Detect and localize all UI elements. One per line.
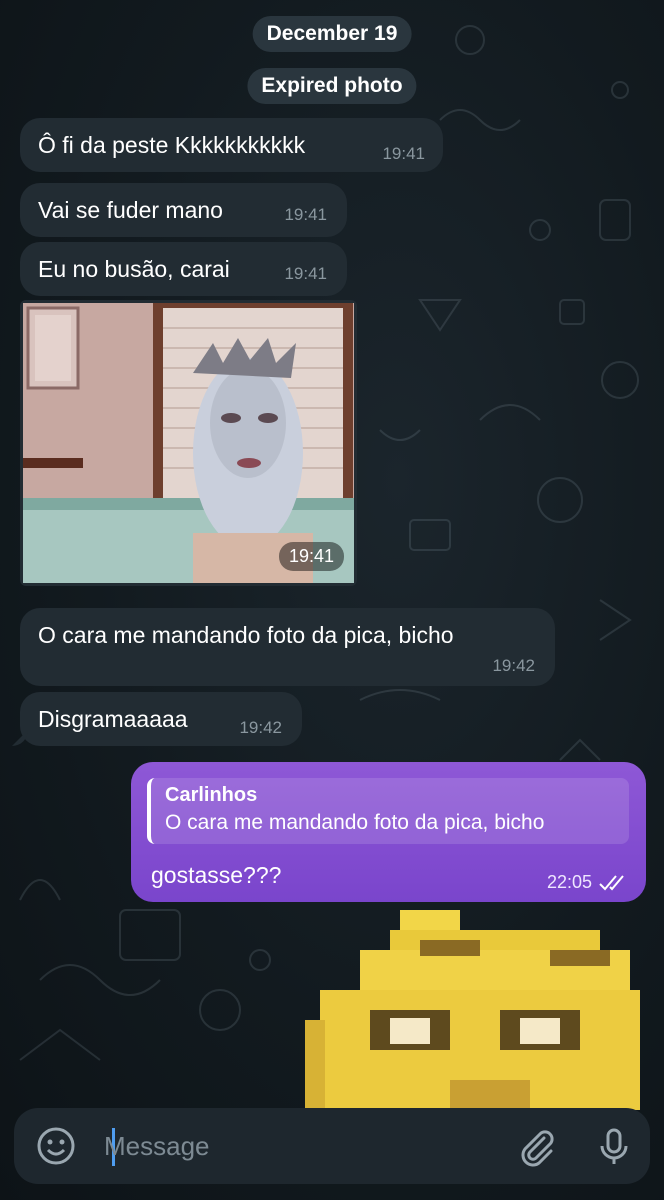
reply-preview[interactable]: Carlinhos O cara me mandando foto da pic… bbox=[147, 778, 629, 844]
smiley-icon[interactable] bbox=[34, 1124, 78, 1168]
sticker-image[interactable] bbox=[300, 910, 645, 1110]
date-pill: December 19 bbox=[252, 16, 412, 52]
message-input[interactable] bbox=[104, 1122, 494, 1170]
message-text: Ô fi da peste Kkkkkkkkkkk bbox=[38, 132, 306, 158]
message-text: Disgramaaaaa bbox=[38, 706, 188, 732]
message-time: 22:05 bbox=[546, 872, 592, 892]
message-time: 19:41 bbox=[284, 205, 327, 224]
photo-message[interactable]: 19:41 bbox=[20, 300, 357, 586]
message-text: Eu no busão, carai bbox=[38, 256, 230, 282]
message-bubble[interactable]: Vai se fuder mano 19:41 bbox=[20, 183, 347, 237]
outgoing-message-bubble[interactable]: Carlinhos O cara me mandando foto da pic… bbox=[131, 762, 646, 902]
message-time: 19:41 bbox=[382, 144, 425, 163]
message-text: Vai se fuder mano bbox=[38, 197, 223, 223]
message-text: gostasse??? bbox=[151, 862, 282, 888]
message-bubble[interactable]: Ô fi da peste Kkkkkkkkkkk 19:41 bbox=[20, 118, 443, 172]
message-time: 19:42 bbox=[492, 656, 535, 675]
expired-photo-notice[interactable]: Expired photo bbox=[247, 68, 417, 104]
photo-image[interactable]: 19:41 bbox=[23, 303, 354, 583]
reply-quoted-text: O cara me mandando foto da pica, bicho bbox=[165, 811, 545, 834]
message-text: O cara me mandando foto da pica, bicho bbox=[38, 622, 454, 648]
message-bubble[interactable]: O cara me mandando foto da pica, bicho 1… bbox=[20, 608, 555, 686]
reply-author: Carlinhos bbox=[165, 784, 258, 806]
read-double-check-icon bbox=[599, 874, 624, 890]
message-composer bbox=[14, 1108, 650, 1184]
photo-time: 19:41 bbox=[278, 542, 344, 571]
message-bubble[interactable]: Eu no busão, carai 19:41 bbox=[20, 242, 347, 296]
microphone-icon[interactable] bbox=[592, 1124, 636, 1168]
paperclip-icon[interactable] bbox=[514, 1124, 558, 1168]
message-time: 19:41 bbox=[284, 264, 327, 283]
message-time: 19:42 bbox=[239, 718, 282, 737]
message-bubble[interactable]: Disgramaaaaa 19:42 bbox=[12, 692, 302, 746]
